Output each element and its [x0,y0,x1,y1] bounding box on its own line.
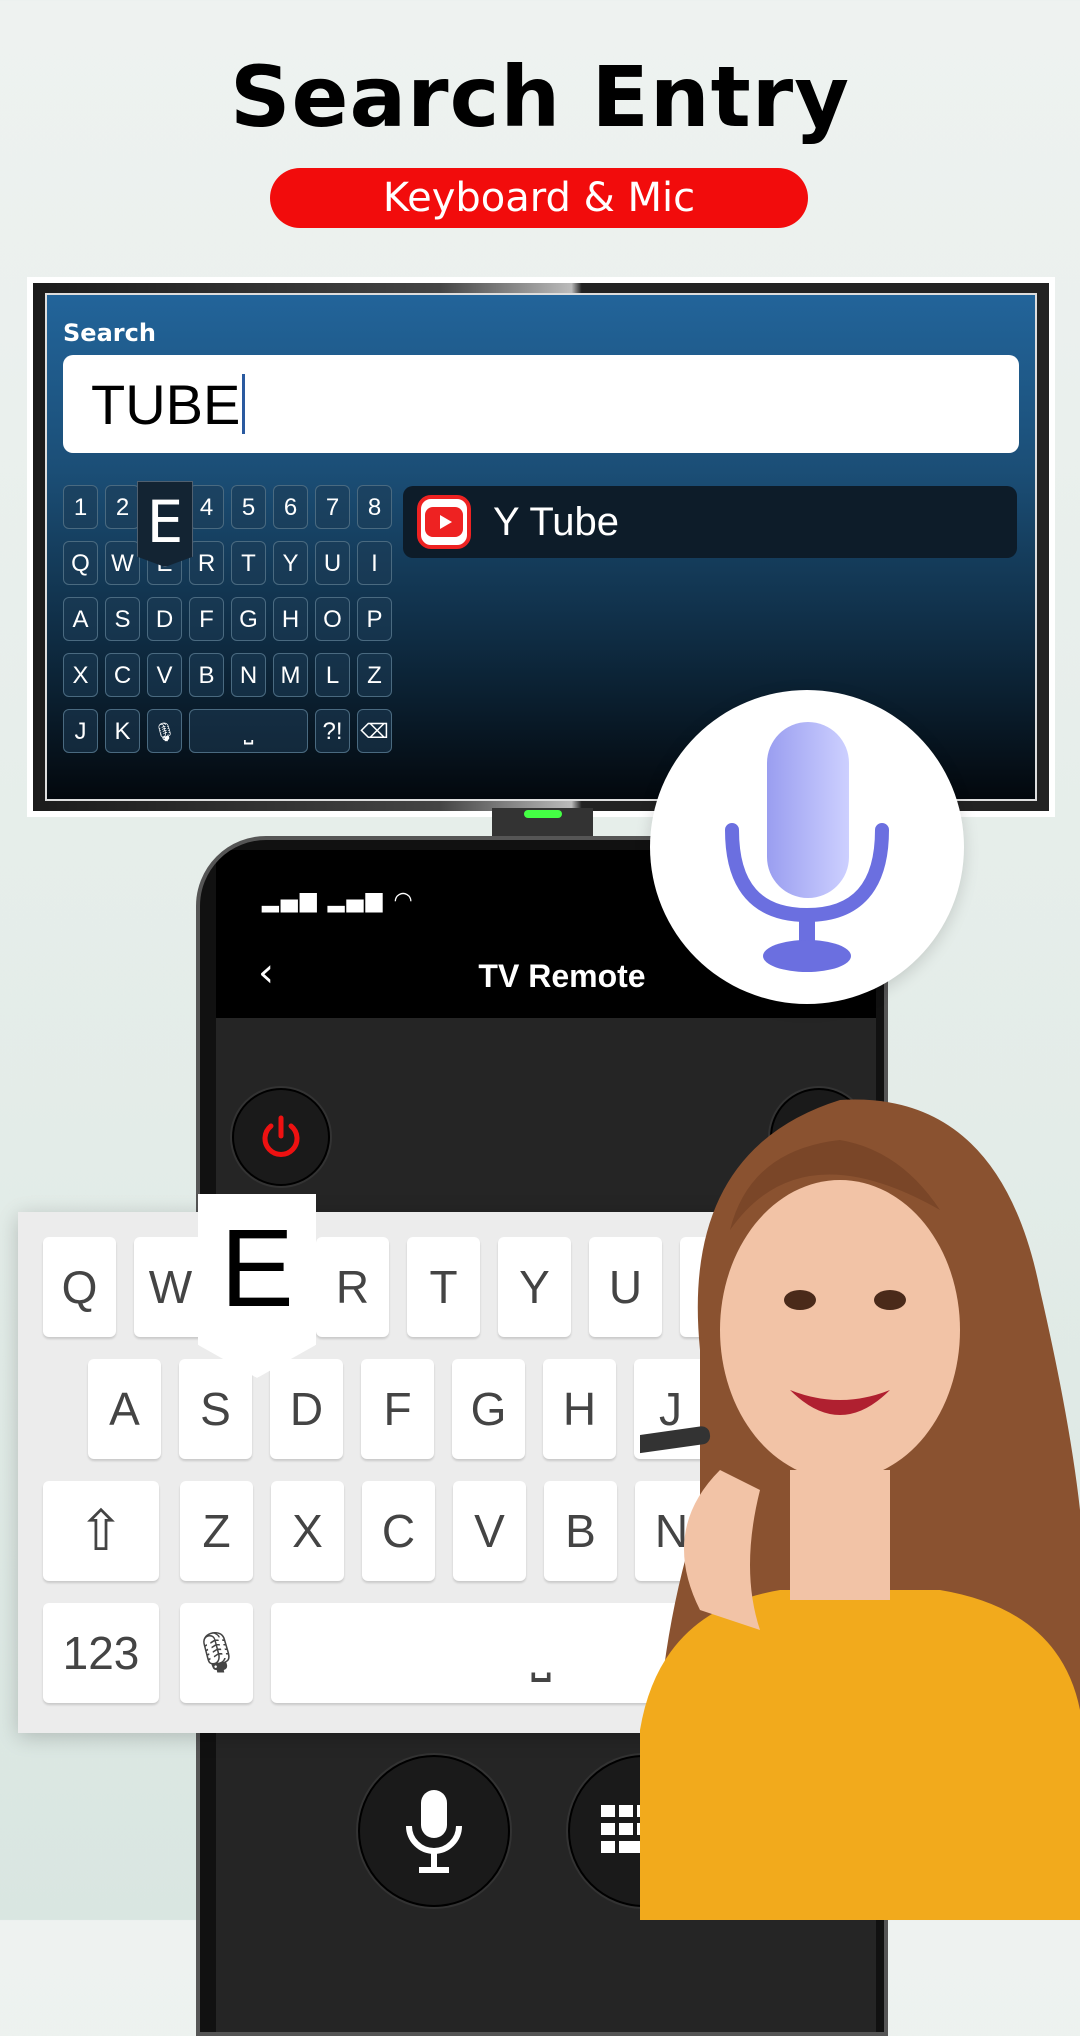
keyboard-key[interactable]: Z [180,1481,253,1581]
power-button[interactable] [232,1088,330,1186]
mic-icon [406,1790,462,1873]
keyboard-mic-icon[interactable]: 🎙 [180,1603,253,1703]
youtube-icon [417,495,471,549]
signal-wifi-icon: ▂▄▆ ▂▄▆ ◠ [262,888,415,913]
tv-key[interactable]: B [189,653,224,697]
keyboard-key[interactable]: T [407,1237,480,1337]
search-input[interactable]: TUBE [63,355,1019,453]
tv-key[interactable]: 4 [189,485,224,529]
tv-key[interactable]: D [147,597,182,641]
text-cursor [242,374,246,434]
keyboard-key[interactable]: Y [498,1237,571,1337]
tv-key[interactable]: 5 [231,485,266,529]
microphone-badge [650,690,964,1004]
tv-key[interactable]: G [231,597,266,641]
keyboard-key[interactable]: H [543,1359,616,1459]
tv-key-popup: E [137,481,193,567]
tv-key-space[interactable]: ⎵ [189,709,308,753]
tv-led [524,810,562,818]
tv-key[interactable]: 8 [357,485,392,529]
search-result-label: Y Tube [493,499,620,544]
tv-key[interactable]: Z [357,653,392,697]
tv-key[interactable]: A [63,597,98,641]
keyboard-key[interactable]: B [544,1481,617,1581]
tv-key[interactable]: K [105,709,140,753]
tv-key[interactable]: S [105,597,140,641]
tv-key[interactable]: Q [63,541,98,585]
tv-key[interactable]: L [315,653,350,697]
page-title: Search Entry [230,48,850,146]
woman-photo [640,1099,1080,1920]
keyboard-key[interactable]: R [316,1237,389,1337]
tv-key[interactable]: 2 [105,485,140,529]
tv-key-backspace-icon[interactable]: ⌫ [357,709,392,753]
tv-key[interactable]: C [105,653,140,697]
tv-key[interactable]: Y [273,541,308,585]
tv-key[interactable]: W [105,541,140,585]
tv-key[interactable]: H [273,597,308,641]
tv-key[interactable]: M [273,653,308,697]
keyboard-key[interactable]: W [134,1237,207,1337]
tv-key[interactable]: 6 [273,485,308,529]
tv-key[interactable]: P [357,597,392,641]
tv-key[interactable]: R [189,541,224,585]
search-label: Search [63,319,156,347]
keyboard-key[interactable]: X [271,1481,344,1581]
tv-key-mic-icon[interactable]: 🎙 [147,709,182,753]
microphone-icon [725,722,889,972]
tv-key[interactable]: T [231,541,266,585]
keyboard-key[interactable]: V [453,1481,526,1581]
tv-key[interactable]: J [63,709,98,753]
power-icon [262,1115,300,1157]
tv-key[interactable]: ?! [315,709,350,753]
numbers-key[interactable]: 123 [43,1603,159,1703]
tv-key[interactable]: F [189,597,224,641]
tv-key[interactable]: I [357,541,392,585]
keyboard-key-popup: E [198,1194,316,1378]
subtitle-badge: Keyboard & Mic [270,168,808,228]
tv-key[interactable]: V [147,653,182,697]
keyboard-key[interactable]: S [179,1359,252,1459]
tv-key[interactable]: 1 [63,485,98,529]
keyboard-key[interactable]: C [362,1481,435,1581]
shift-icon[interactable]: ⇧ [43,1481,159,1581]
tv-key[interactable]: N [231,653,266,697]
keyboard-key[interactable]: A [88,1359,161,1459]
search-value: TUBE [91,372,241,436]
keyboard-key[interactable]: D [270,1359,343,1459]
tv-key[interactable]: U [315,541,350,585]
keyboard-key[interactable]: F [361,1359,434,1459]
voice-button[interactable] [358,1755,510,1907]
keyboard-key[interactable]: G [452,1359,525,1459]
keyboard-key[interactable]: Q [43,1237,116,1337]
tv-key[interactable]: O [315,597,350,641]
tv-key[interactable]: X [63,653,98,697]
search-result-item[interactable]: Y Tube [403,486,1017,558]
tv-key[interactable]: 7 [315,485,350,529]
